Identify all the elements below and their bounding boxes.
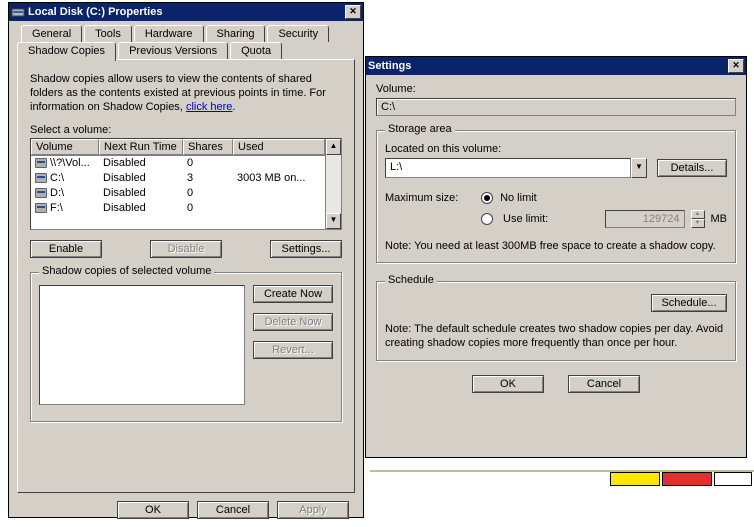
cancel-button[interactable]: Cancel: [197, 501, 269, 519]
use-limit-radio[interactable]: [481, 213, 493, 225]
disable-button: Disable: [150, 240, 222, 258]
chevron-down-icon[interactable]: ▼: [631, 158, 647, 178]
volume-list[interactable]: Volume Next Run Time Shares Used \\?\Vol…: [30, 138, 342, 230]
schedule-label: Schedule: [385, 274, 437, 286]
tab-sharing[interactable]: Sharing: [206, 25, 266, 42]
table-row[interactable]: \\?\Vol... Disabled 0: [31, 156, 325, 171]
drive-icon: [11, 5, 25, 19]
scroll-down-icon[interactable]: ▼: [326, 213, 341, 229]
use-limit-label: Use limit:: [503, 213, 555, 225]
col-shares[interactable]: Shares: [183, 139, 233, 155]
disk-icon: [35, 158, 47, 168]
spin-down-icon: ▼: [691, 219, 705, 228]
col-used[interactable]: Used: [233, 139, 325, 155]
list-scrollbar[interactable]: ▲ ▼: [325, 139, 341, 229]
located-label: Located on this volume:: [385, 143, 727, 155]
volume-field: C:\: [376, 98, 736, 116]
revert-button: Revert...: [253, 341, 333, 359]
shadow-copies-group-label: Shadow copies of selected volume: [39, 265, 214, 277]
disk-icon: [35, 188, 47, 198]
schedule-note: Note: The default schedule creates two s…: [385, 322, 727, 350]
properties-title: Local Disk (C:) Properties: [28, 6, 345, 18]
disk-icon: [35, 203, 47, 213]
col-next-run[interactable]: Next Run Time: [99, 139, 183, 155]
description-text: Shadow copies allow users to view the co…: [30, 72, 342, 114]
settings-ok-button[interactable]: OK: [472, 375, 544, 393]
delete-now-button: Delete Now: [253, 313, 333, 331]
select-volume-label: Select a volume:: [30, 124, 342, 136]
schedule-button[interactable]: Schedule...: [651, 294, 727, 312]
enable-button[interactable]: Enable: [30, 240, 102, 258]
limit-spinner: ▲ ▼: [691, 210, 705, 228]
tab-security[interactable]: Security: [267, 25, 329, 42]
tab-shadow-copies[interactable]: Shadow Copies: [17, 42, 116, 61]
tab-general[interactable]: General: [21, 25, 82, 42]
scroll-track[interactable]: [326, 155, 341, 213]
ok-button[interactable]: OK: [117, 501, 189, 519]
scroll-up-icon[interactable]: ▲: [326, 139, 341, 155]
volume-label: Volume:: [376, 83, 736, 95]
shadow-copies-list[interactable]: [39, 285, 245, 405]
col-volume[interactable]: Volume: [31, 139, 99, 155]
close-icon[interactable]: ✕: [345, 5, 361, 19]
settings-cancel-button[interactable]: Cancel: [568, 375, 640, 393]
settings-title: Settings: [368, 60, 728, 72]
tab-tools[interactable]: Tools: [84, 25, 132, 42]
tab-hardware[interactable]: Hardware: [134, 25, 204, 42]
properties-titlebar[interactable]: Local Disk (C:) Properties ✕: [9, 3, 363, 21]
click-here-link[interactable]: click here: [186, 101, 232, 113]
settings-titlebar[interactable]: Settings ✕: [366, 57, 746, 75]
located-volume-value: L:\: [385, 158, 631, 178]
properties-window: Local Disk (C:) Properties ✕ General Too…: [8, 2, 364, 518]
create-now-button[interactable]: Create Now: [253, 285, 333, 303]
settings-window: Settings ✕ Volume: C:\ Storage area Loca…: [365, 56, 747, 458]
no-limit-label: No limit: [500, 192, 537, 204]
maximum-size-label: Maximum size:: [385, 192, 481, 204]
apply-button: Apply: [277, 501, 349, 519]
background-block-white: [714, 472, 752, 486]
background-block-red: [662, 472, 712, 486]
limit-input: 129724: [605, 210, 685, 228]
mb-label: MB: [711, 213, 728, 225]
storage-note: Note: You need at least 300MB free space…: [385, 240, 727, 252]
settings-button[interactable]: Settings...: [270, 240, 342, 258]
storage-area-label: Storage area: [385, 123, 455, 135]
desc-body: Shadow copies allow users to view the co…: [30, 73, 326, 113]
located-volume-dropdown[interactable]: L:\ ▼: [385, 158, 647, 178]
table-row[interactable]: F:\ Disabled 0: [31, 201, 325, 216]
disk-icon: [35, 173, 47, 183]
background-block-yellow: [610, 472, 660, 486]
details-button[interactable]: Details...: [657, 159, 727, 177]
table-row[interactable]: C:\ Disabled 3 3003 MB on...: [31, 171, 325, 186]
tab-previous-versions[interactable]: Previous Versions: [118, 42, 228, 59]
no-limit-radio[interactable]: [481, 192, 493, 204]
table-row[interactable]: D:\ Disabled 0: [31, 186, 325, 201]
close-icon[interactable]: ✕: [728, 59, 744, 73]
spin-up-icon: ▲: [691, 210, 705, 219]
tab-quota[interactable]: Quota: [230, 42, 282, 59]
